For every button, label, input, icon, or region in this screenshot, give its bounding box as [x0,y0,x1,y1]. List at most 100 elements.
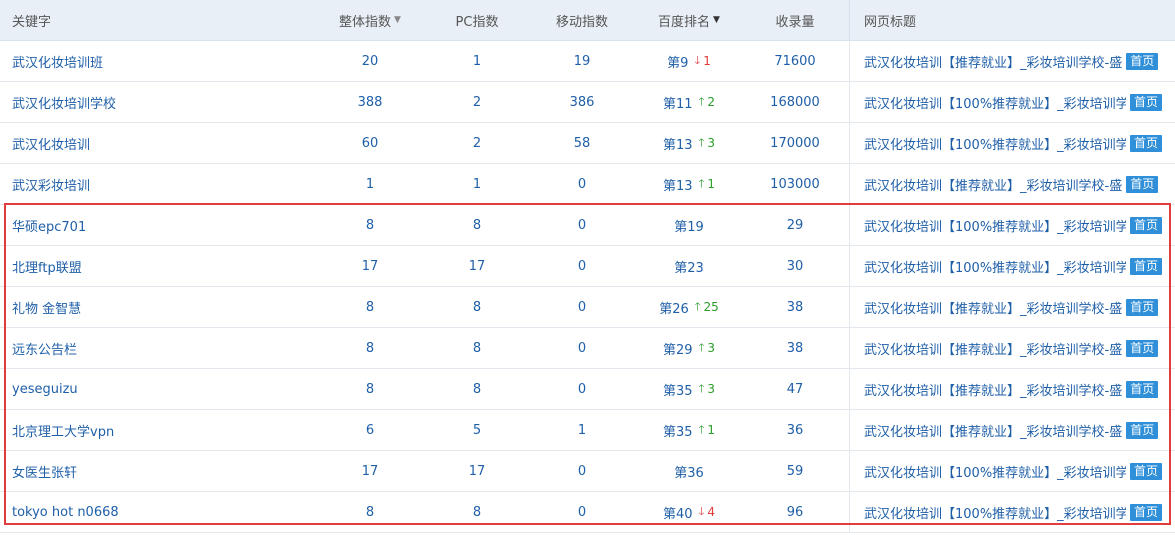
index-count-cell: 103000 [745,164,845,204]
keyword-text[interactable]: tokyo hot n0668 [12,505,119,520]
page-title-link[interactable]: 武汉化妆培训【100%推荐就业】_彩妆培训学 [864,93,1126,112]
total-index-value: 17 [361,463,379,479]
page-title-cell[interactable]: 武汉化妆培训【100%推荐就业】_彩妆培训学 首页 [849,205,1175,245]
page-title-cell[interactable]: 武汉化妆培训【推荐就业】_彩妆培训学校-盛 首页 [849,369,1175,409]
rank-change-value: 3 [707,382,715,396]
column-header-rank-label: 百度排名 [658,14,711,30]
page-title-cell[interactable]: 武汉化妆培训【100%推荐就业】_彩妆培训学 首页 [849,451,1175,491]
total-index-cell: 8 [320,492,420,532]
pc-index-value: 8 [472,381,482,397]
sort-down-icon[interactable]: ▼ [394,15,401,25]
rank-value: 第9 [667,55,689,71]
pc-index-cell: 1 [427,41,527,81]
index-count-cell: 29 [745,205,845,245]
page-title-link[interactable]: 武汉化妆培训【推荐就业】_彩妆培训学校-盛 [864,52,1122,71]
index-count-value: 59 [786,463,804,479]
page-title-link[interactable]: 武汉化妆培训【100%推荐就业】_彩妆培训学 [864,503,1126,522]
total-index-cell: 8 [320,287,420,327]
keyword-text[interactable]: 礼物 金智慧 [12,298,81,317]
page-title-cell[interactable]: 武汉化妆培训【推荐就业】_彩妆培训学校-盛 首页 [849,41,1175,81]
keyword-text[interactable]: 远东公告栏 [12,339,77,358]
keyword-link[interactable]: yeseguizu [12,369,312,409]
page-title-cell[interactable]: 武汉化妆培训【100%推荐就业】_彩妆培训学 首页 [849,246,1175,286]
keyword-text[interactable]: 华硕epc701 [12,216,86,235]
index-count-value: 103000 [770,176,820,192]
keyword-text[interactable]: 武汉化妆培训 [12,134,90,153]
homepage-badge: 首页 [1126,52,1159,70]
pc-index-cell: 8 [427,492,527,532]
keyword-link[interactable]: 武汉化妆培训学校 [12,82,312,122]
homepage-badge: 首页 [1130,257,1163,275]
page-title-link[interactable]: 武汉化妆培训【推荐就业】_彩妆培训学校-盛 [864,298,1122,317]
page-title-link[interactable]: 武汉化妆培训【推荐就业】_彩妆培训学校-盛 [864,380,1122,399]
rank-change: 🡓 4 [699,503,715,522]
pc-index-cell: 8 [427,328,527,368]
page-title-cell[interactable]: 武汉化妆培训【100%推荐就业】_彩妆培训学 首页 [849,492,1175,532]
index-count-cell: 71600 [745,41,845,81]
keyword-text[interactable]: 武汉化妆培训学校 [12,93,116,112]
index-count-cell: 38 [745,287,845,327]
page-title-cell[interactable]: 武汉化妆培训【推荐就业】_彩妆培训学校-盛 首页 [849,410,1175,450]
keyword-text[interactable]: 武汉化妆培训班 [12,52,103,71]
page-title-cell[interactable]: 武汉化妆培训【100%推荐就业】_彩妆培训学 首页 [849,123,1175,163]
page-title-link[interactable]: 武汉化妆培训【推荐就业】_彩妆培训学校-盛 [864,175,1122,194]
index-count-cell: 36 [745,410,845,450]
total-index-cell: 17 [320,246,420,286]
homepage-badge: 首页 [1130,93,1163,111]
column-header-total-index[interactable]: 整体指数 ▼ [320,0,420,40]
total-index-cell: 8 [320,328,420,368]
page-title-cell[interactable]: 武汉化妆培训【推荐就业】_彩妆培训学校-盛 首页 [849,164,1175,204]
index-count-value: 38 [786,299,804,315]
index-count-cell: 30 [745,246,845,286]
keyword-link[interactable]: 北理ftp联盟 [12,246,312,286]
pc-index-cell: 2 [427,123,527,163]
index-count-value: 29 [786,217,804,233]
keyword-text[interactable]: 北理ftp联盟 [12,257,82,276]
baidu-rank-cell: 第23 [630,246,748,286]
page-title-link[interactable]: 武汉化妆培训【推荐就业】_彩妆培训学校-盛 [864,421,1122,440]
keyword-link[interactable]: tokyo hot n0668 [12,492,312,532]
page-title-link[interactable]: 武汉化妆培训【100%推荐就业】_彩妆培训学 [864,216,1126,235]
index-count-value: 36 [786,422,804,438]
keyword-link[interactable]: 北京理工大学vpn [12,410,312,450]
pc-index-value: 2 [472,135,482,151]
total-index-value: 8 [365,381,375,397]
keyword-link[interactable]: 武汉彩妆培训 [12,164,312,204]
column-header-keyword: 关键字 [12,0,312,40]
keyword-link[interactable]: 华硕epc701 [12,205,312,245]
table-row: 武汉彩妆培训 1 1 0 第13 🡑 1 103000 武汉化妆培训【推荐就业】_彩妆培训学校-… [0,164,1175,205]
baidu-rank-cell: 第19 [630,205,748,245]
page-title-link[interactable]: 武汉化妆培训【100%推荐就业】_彩妆培训学 [864,134,1126,153]
page-title-cell[interactable]: 武汉化妆培训【100%推荐就业】_彩妆培训学 首页 [849,82,1175,122]
rank-change: 🡑 1 [699,175,715,194]
page-title-link[interactable]: 武汉化妆培训【100%推荐就业】_彩妆培训学 [864,462,1126,481]
baidu-rank-cell: 第36 [630,451,748,491]
pc-index-value: 1 [472,53,482,69]
keyword-text[interactable]: yeseguizu [12,382,78,397]
keyword-link[interactable]: 武汉化妆培训班 [12,41,312,81]
rank-value: 第29 [663,342,693,358]
sort-down-icon[interactable]: ▼ [713,15,720,25]
page-title-cell[interactable]: 武汉化妆培训【推荐就业】_彩妆培训学校-盛 首页 [849,287,1175,327]
pc-index-cell: 1 [427,164,527,204]
total-index-cell: 1 [320,164,420,204]
baidu-rank-cell: 第26 🡑 25 [630,287,748,327]
page-title-cell[interactable]: 武汉化妆培训【推荐就业】_彩妆培训学校-盛 首页 [849,328,1175,368]
keyword-link[interactable]: 远东公告栏 [12,328,312,368]
keyword-link[interactable]: 武汉化妆培训 [12,123,312,163]
keyword-text[interactable]: 北京理工大学vpn [12,421,114,440]
keyword-link[interactable]: 女医生张轩 [12,451,312,491]
mobile-index-cell: 0 [532,164,632,204]
column-header-baidu-rank[interactable]: 百度排名 ▼ [630,0,748,40]
page-title-link[interactable]: 武汉化妆培训【100%推荐就业】_彩妆培训学 [864,257,1126,276]
rank-value: 第13 [663,178,693,194]
baidu-rank-cell: 第13 🡑 3 [630,123,748,163]
keyword-link[interactable]: 礼物 金智慧 [12,287,312,327]
column-header-mobile-index: 移动指数 [532,0,632,40]
total-index-cell: 8 [320,205,420,245]
keyword-text[interactable]: 女医生张轩 [12,462,77,481]
page-title-link[interactable]: 武汉化妆培训【推荐就业】_彩妆培训学校-盛 [864,339,1122,358]
pc-index-cell: 8 [427,287,527,327]
column-header-page-title: 网页标题 [849,0,1175,40]
keyword-text[interactable]: 武汉彩妆培训 [12,175,90,194]
